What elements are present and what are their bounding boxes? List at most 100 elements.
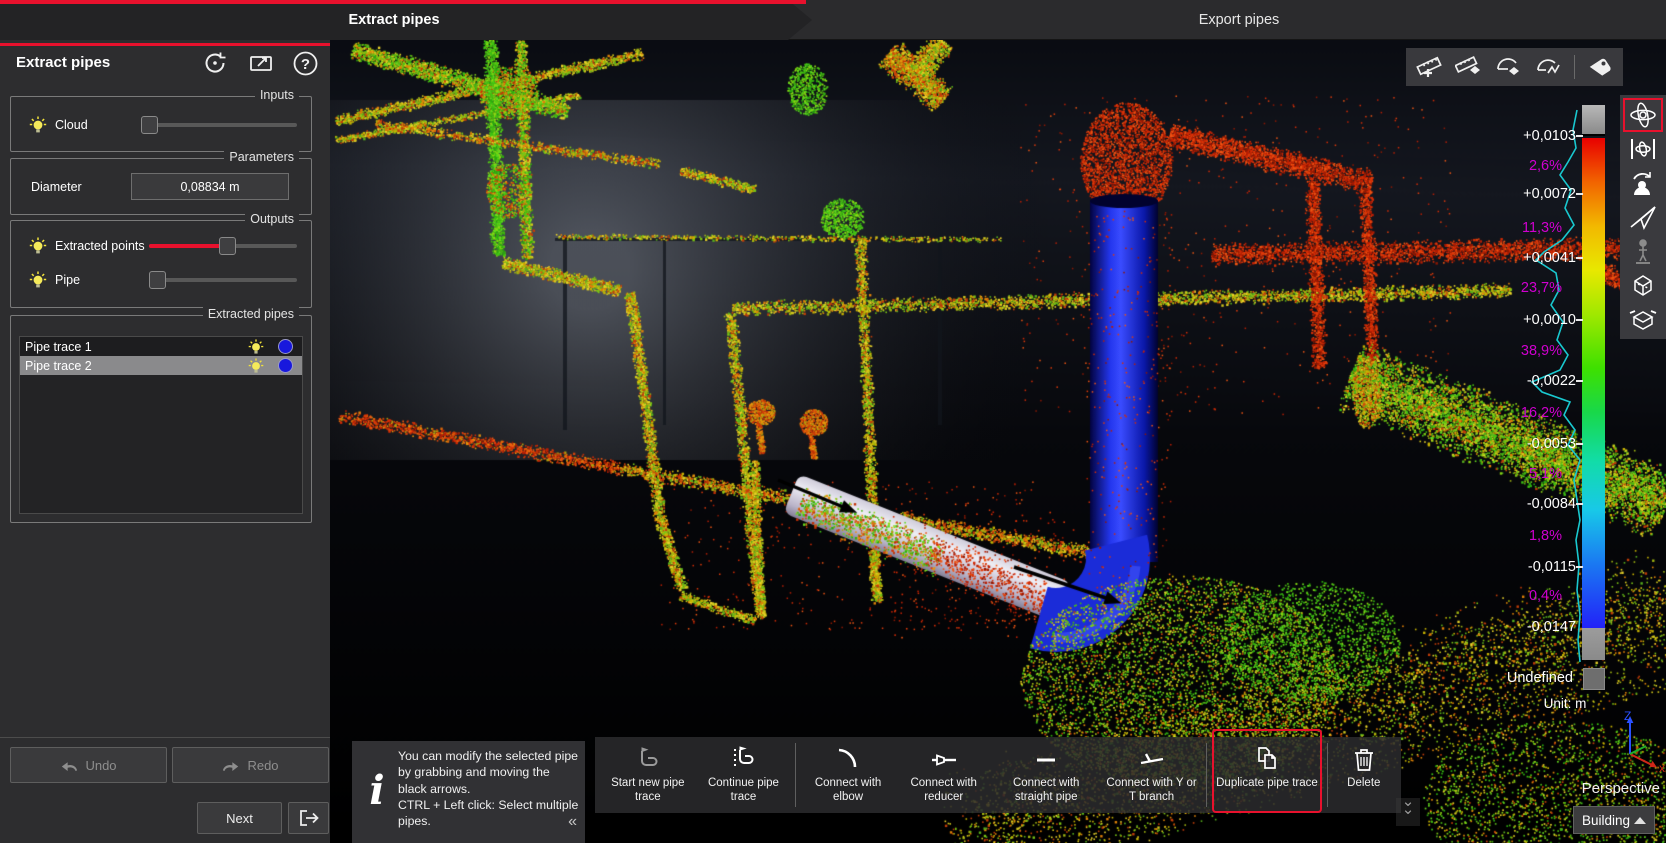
visibility-bulb-icon[interactable] (248, 358, 264, 374)
orbit-mode-icon[interactable] (1623, 98, 1663, 132)
angle-measure-icon[interactable] (1534, 52, 1564, 82)
connect-with-reducer-icon (929, 743, 959, 777)
svg-text:x: x (1659, 761, 1665, 775)
scale-undefined-label: Undefined (1440, 670, 1573, 686)
view-preset-label: Building (1582, 813, 1630, 828)
info-icon: i (364, 767, 390, 814)
pipe-color-swatch[interactable] (278, 339, 293, 354)
scale-percent: 11,3% (1450, 220, 1562, 236)
list-item-pipe-trace-2[interactable]: Pipe trace 2 (20, 356, 302, 375)
scale-tick (1576, 503, 1583, 505)
dropdown-arrow-icon (1634, 817, 1646, 824)
scale-value: +0,0010 (1460, 312, 1576, 328)
next-button[interactable]: Next (197, 802, 282, 834)
projection-label: Perspective (1520, 780, 1660, 797)
scale-percent: 16,2% (1450, 405, 1562, 421)
duplicate-pipe-trace-icon (1252, 743, 1282, 777)
parameters-group: Parameters Diameter 0,08834 m (10, 158, 312, 215)
tab-export-pipes[interactable]: Export pipes (812, 0, 1666, 40)
svg-text:Z: Z (1624, 709, 1631, 723)
outputs-group: Outputs Extracted points (10, 220, 312, 308)
examine-view-icon[interactable] (1623, 166, 1663, 200)
hint-text: You can modify the selected pipe by grab… (398, 748, 579, 830)
panel-accent-line (0, 43, 330, 46)
visibility-bulb-icon[interactable] (29, 237, 47, 255)
scale-value: -0,0147 (1460, 619, 1576, 635)
delete-measure-icon[interactable] (1454, 52, 1484, 82)
scale-value: -0,0084 (1460, 496, 1576, 512)
connect-with-elbow-icon (833, 743, 863, 777)
extracted-points-slider[interactable] (149, 237, 297, 255)
visibility-bulb-icon[interactable] (248, 339, 264, 355)
duplicate-pipe-trace-button[interactable]: Duplicate pipe trace (1212, 729, 1321, 813)
scale-value: +0,0072 (1460, 186, 1576, 202)
toolbar-collapse-icon[interactable]: ⌄⌄ (1396, 798, 1420, 826)
reset-icon[interactable] (200, 48, 230, 78)
scale-percent: 0,4% (1450, 588, 1562, 604)
scale-value: -0,0022 (1460, 373, 1576, 389)
scale-percent: 23,7% (1450, 280, 1562, 296)
svg-text:?: ? (300, 56, 309, 73)
section-cube-icon[interactable] (1623, 302, 1663, 336)
connect-with-reducer-button[interactable]: Connect with reducer (897, 739, 991, 811)
start-new-pipe-trace-icon (633, 743, 663, 777)
pipe-label: Pipe (55, 273, 80, 287)
tab-export-pipes-label: Export pipes (1199, 12, 1280, 28)
scale-percent: 2,6% (1450, 158, 1562, 174)
pipe-trace-list: Pipe trace 1 Pipe trace 2 (19, 336, 303, 514)
delete-angle-icon[interactable] (1494, 52, 1524, 82)
scale-value: +0,0103 (1460, 128, 1576, 144)
measure-toolbar-separator (1574, 55, 1575, 79)
extracted-pipes-group: Extracted pipes Pipe trace 1 Pipe trace … (10, 315, 312, 523)
continue-pipe-trace-button[interactable]: Continue pipe trace (697, 739, 791, 811)
add-measure-icon[interactable] (1414, 52, 1444, 82)
constrained-orbit-icon[interactable] (1623, 132, 1663, 166)
cloud-label: Cloud (55, 118, 88, 132)
delete-button[interactable]: Delete (1333, 739, 1395, 811)
help-icon[interactable]: ? (290, 48, 320, 78)
exit-command-button[interactable] (288, 802, 329, 834)
undo-button[interactable]: Undo (10, 747, 167, 783)
start-new-pipe-trace-button[interactable]: Start new pipe trace (601, 739, 695, 811)
outputs-group-label: Outputs (245, 212, 299, 226)
redo-button[interactable]: Redo (172, 747, 329, 783)
slider-thumb[interactable] (219, 237, 236, 255)
axis-triad: Z x (1602, 708, 1666, 776)
toolbar-separator (1206, 743, 1207, 807)
slider-thumb[interactable] (149, 271, 166, 289)
cloud-opacity-slider[interactable] (141, 116, 297, 134)
fly-mode-icon[interactable] (1623, 200, 1663, 234)
diameter-value-field[interactable]: 0,08834 m (131, 173, 289, 200)
scale-percent: 5,1% (1450, 466, 1562, 482)
iso-view-cube-icon[interactable] (1623, 268, 1663, 302)
active-tab-indicator (0, 0, 806, 4)
label-tag-icon[interactable] (1585, 52, 1615, 82)
hint-panel: i You can modify the selected pipe by gr… (352, 741, 585, 843)
connect-with-y-or-t-branch-button[interactable]: Connect with Y or T branch (1102, 739, 1201, 811)
scale-undefined-swatch[interactable] (1583, 668, 1605, 690)
connect-with-elbow-button[interactable]: Connect with elbow (801, 739, 895, 811)
walk-mode-icon[interactable] (1623, 234, 1663, 268)
view-preset-dropdown[interactable]: Building (1573, 806, 1655, 834)
connect-with-straight-pipe-button[interactable]: Connect with straight pipe (993, 739, 1100, 811)
redo-arrow-icon (222, 757, 240, 773)
navigation-column (1620, 95, 1666, 339)
scale-tick (1576, 193, 1583, 195)
inputs-group: Inputs Cloud (10, 96, 312, 152)
visibility-bulb-icon[interactable] (29, 116, 47, 134)
pipe-opacity-slider[interactable] (149, 271, 297, 289)
pipe-edit-toolbar: Start new pipe trace Continue pipe trace (595, 737, 1401, 813)
detach-panel-icon[interactable] (246, 48, 276, 78)
scale-value: -0,0053 (1460, 436, 1576, 452)
color-scale[interactable] (1582, 105, 1605, 660)
viewport-3d[interactable]: +0,0103 +0,0072 +0,0041 +0,0010 -0,0022 … (330, 40, 1666, 843)
visibility-bulb-icon[interactable] (29, 271, 47, 289)
tab-extract-pipes[interactable]: Extract pipes (0, 0, 812, 40)
application-window: Extract pipes Export pipes (0, 0, 1666, 843)
slider-thumb[interactable] (141, 116, 158, 134)
measure-toolbar (1406, 48, 1623, 86)
collapse-hint-icon[interactable]: « (568, 813, 577, 831)
list-item-pipe-trace-1[interactable]: Pipe trace 1 (20, 337, 302, 356)
scale-tick (1576, 443, 1583, 445)
pipe-color-swatch[interactable] (278, 358, 293, 373)
